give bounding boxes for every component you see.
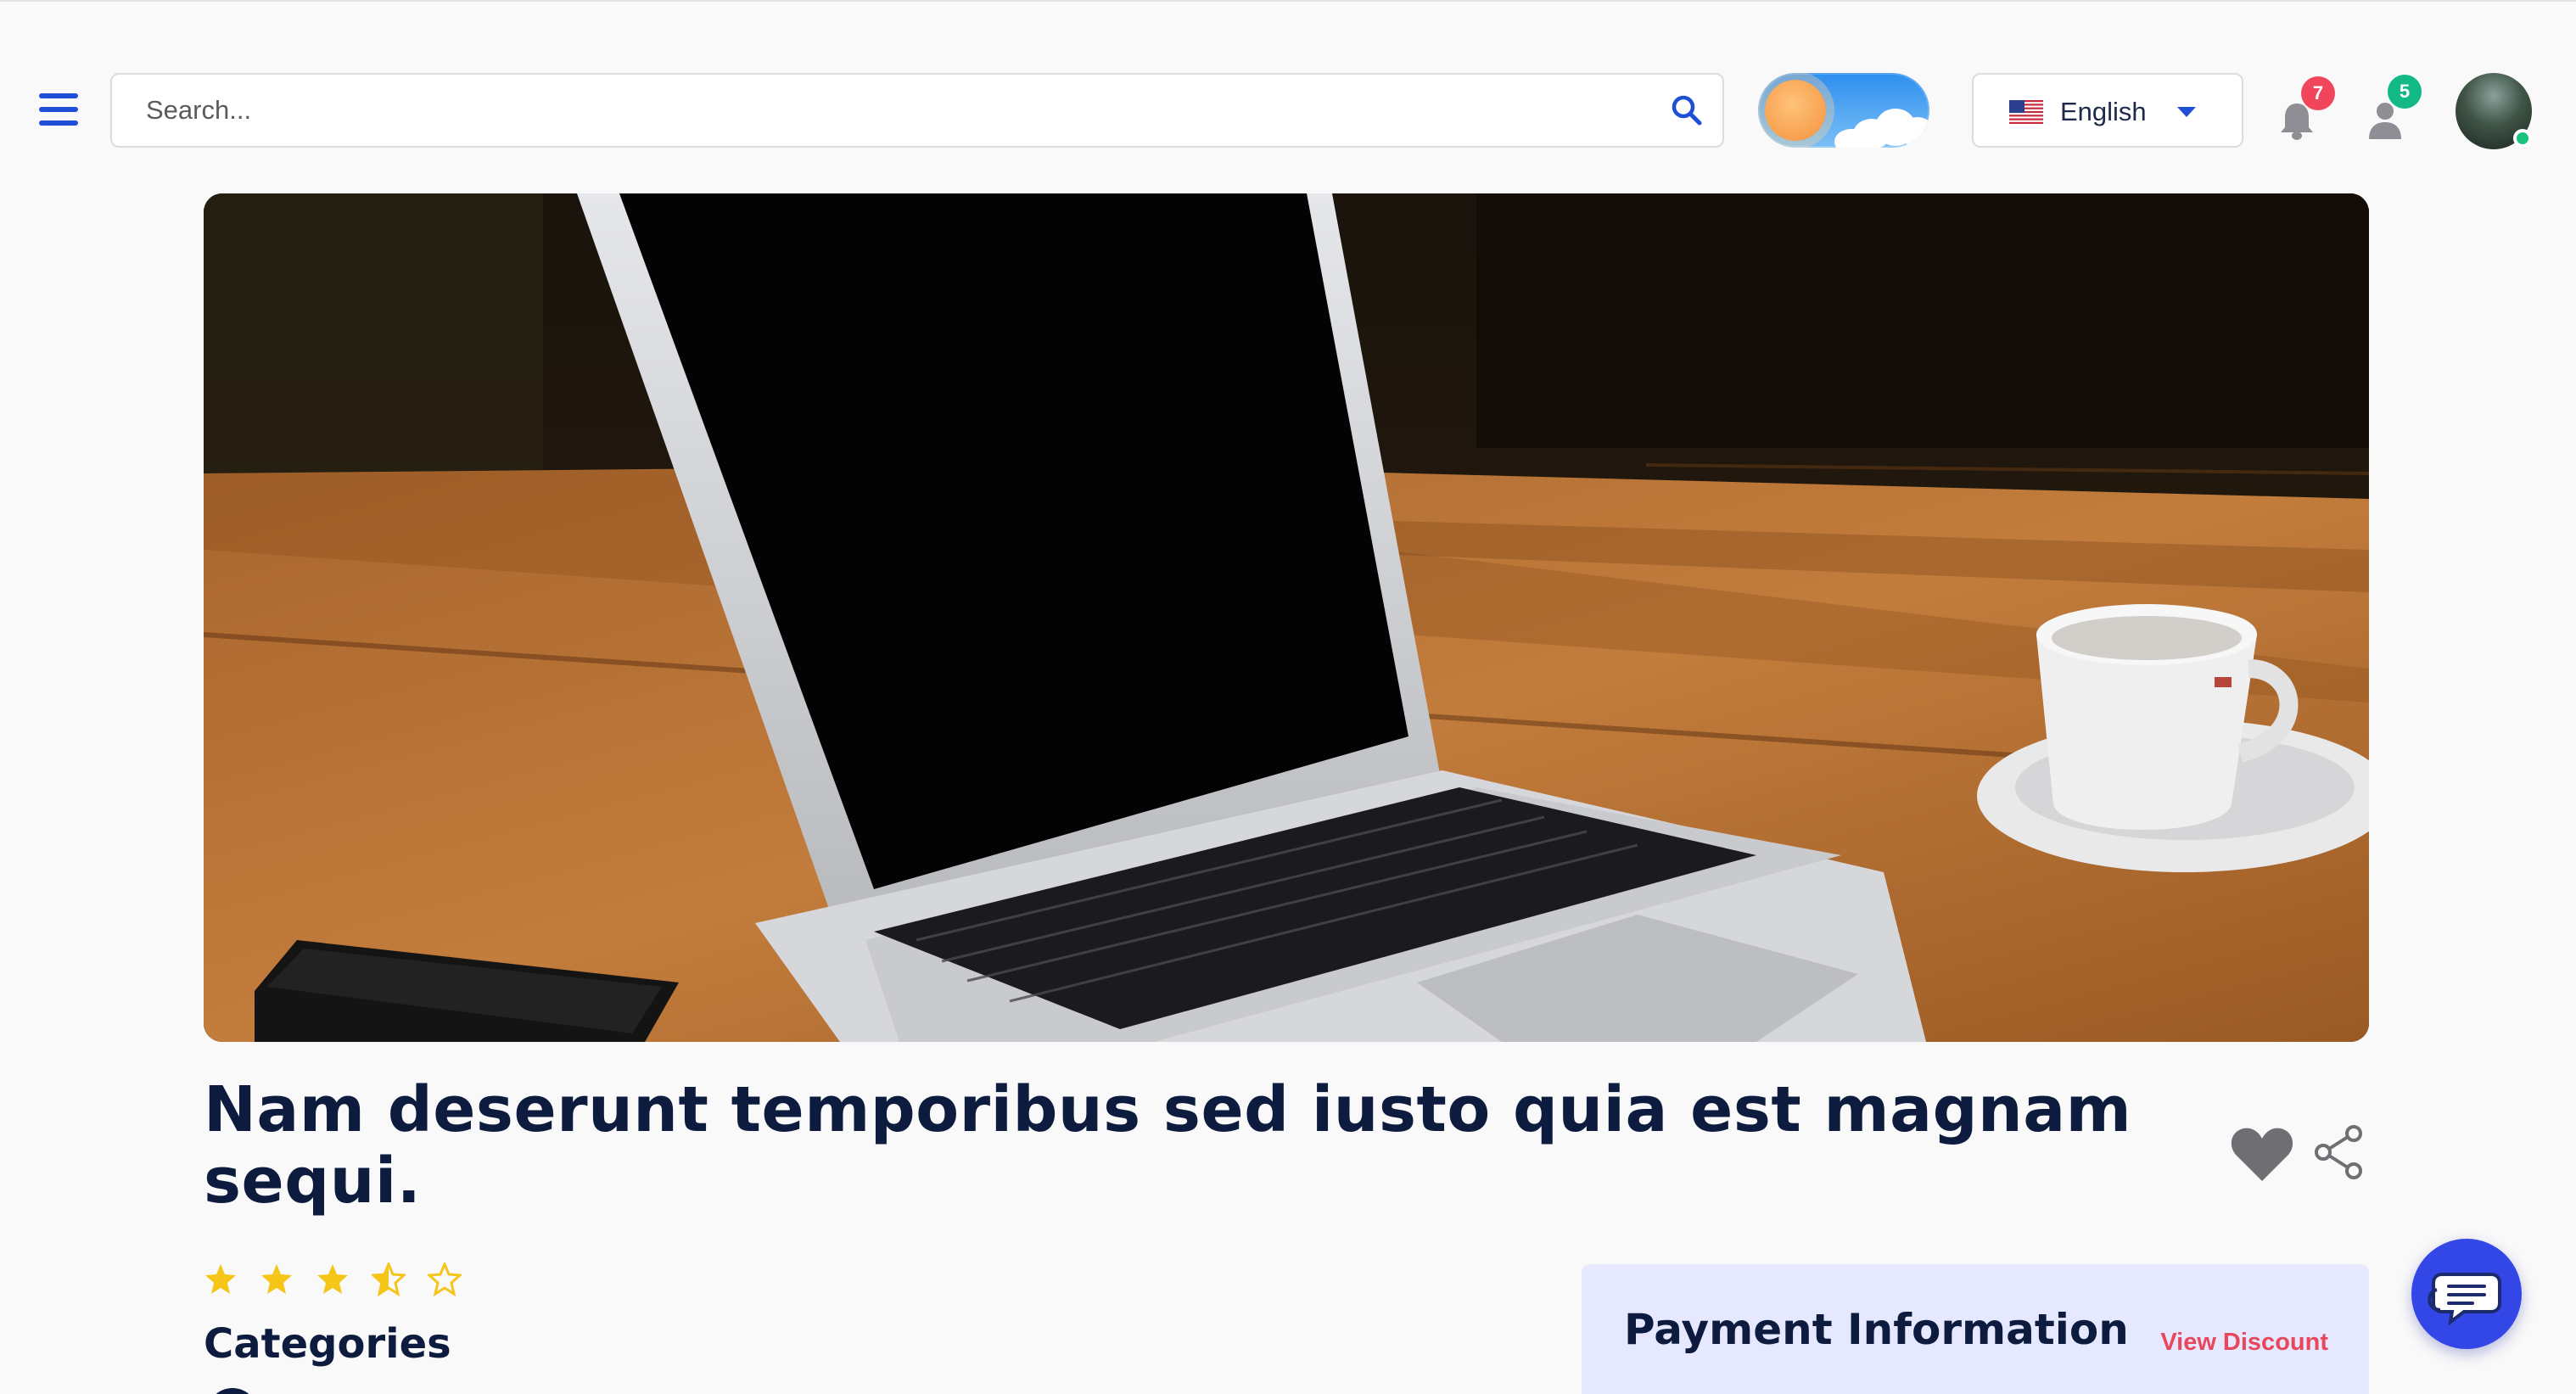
- search-icon[interactable]: [1670, 93, 1704, 127]
- us-flag-icon: [2009, 100, 2043, 124]
- avatar[interactable]: [2456, 73, 2532, 149]
- hamburger-menu-icon[interactable]: [39, 93, 78, 127]
- categories-heading: Categories: [204, 1320, 451, 1368]
- star-full-icon[interactable]: [316, 1262, 350, 1296]
- users-button[interactable]: 5: [2367, 75, 2422, 146]
- share-button[interactable]: [2313, 1125, 2364, 1179]
- heart-icon: [2231, 1128, 2293, 1181]
- share-icon: [2315, 1125, 2362, 1179]
- star-full-icon[interactable]: [260, 1262, 294, 1296]
- theme-toggle[interactable]: [1758, 73, 1929, 148]
- view-discount-link[interactable]: View Discount: [2160, 1329, 2328, 1357]
- notifications-badge: 7: [2301, 76, 2335, 110]
- search-bar: [110, 73, 1724, 148]
- chat-bubble-icon: [2428, 1273, 2501, 1326]
- hero-image: [204, 193, 2369, 1042]
- notifications-button[interactable]: 7: [2279, 76, 2335, 146]
- language-label: English: [2060, 97, 2147, 126]
- star-full-icon[interactable]: [204, 1262, 238, 1296]
- chevron-down-icon: [2177, 107, 2196, 117]
- chat-button[interactable]: [2411, 1239, 2522, 1349]
- category-icon: [207, 1388, 258, 1394]
- users-badge: 5: [2388, 75, 2422, 109]
- language-selector[interactable]: English: [1972, 73, 2243, 148]
- star-empty-icon[interactable]: [428, 1262, 462, 1296]
- sun-icon: [1765, 80, 1826, 141]
- top-border: [0, 0, 2576, 2]
- payment-information-panel: Payment Information View Discount: [1582, 1264, 2369, 1394]
- page-title: Nam deserunt temporibus sed iusto quia e…: [204, 1073, 2132, 1218]
- like-button[interactable]: [2230, 1125, 2294, 1183]
- payment-title: Payment Information: [1624, 1305, 2129, 1354]
- star-half-icon[interactable]: [372, 1262, 406, 1296]
- search-input[interactable]: [146, 75, 1639, 146]
- online-status-dot: [2513, 129, 2532, 148]
